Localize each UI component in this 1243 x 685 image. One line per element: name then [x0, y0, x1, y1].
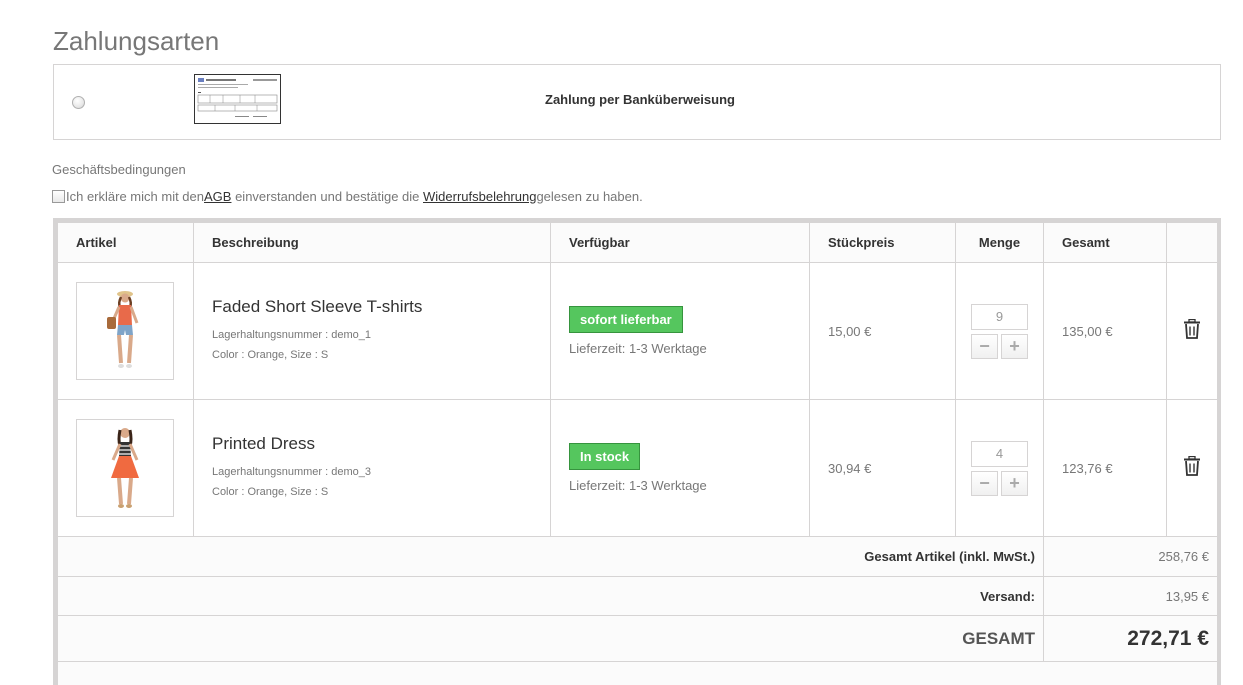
terms-text-after: gelesen zu haben. [536, 189, 643, 204]
minus-icon[interactable]: − [971, 470, 998, 496]
terms-text-before: Ich erkläre mich mit den [66, 189, 204, 204]
delivery-time: Lieferzeit: 1-3 Werktage [569, 341, 707, 356]
terms-agreement: Ich erkläre mich mit den AGB einverstand… [52, 189, 643, 204]
header-availability: Verfügbar [550, 222, 810, 263]
product-attributes: Color : Orange, Size : S [212, 486, 329, 498]
grand-total-label: GESAMT [57, 615, 1044, 662]
widerruf-link[interactable]: Widerrufsbelehrung [423, 189, 536, 204]
table-row: Printed Dress Lagerhaltungsnummer : demo… [57, 399, 1218, 537]
availability-badge: In stock [569, 443, 641, 470]
header-description: Beschreibung [193, 222, 551, 263]
table-footer-spacer [57, 661, 1218, 685]
unit-price: 15,00 € [809, 262, 956, 400]
payment-option-bank-transfer[interactable]: Zahlung per Banküberweisung [53, 64, 1221, 140]
shipping-label: Versand: [57, 576, 1044, 616]
product-name[interactable]: Faded Short Sleeve T-shirts [212, 297, 550, 317]
trash-icon[interactable] [1183, 318, 1201, 339]
product-sku: Lagerhaltungsnummer : demo_1 [212, 329, 371, 341]
header-unit-price: Stückpreis [809, 222, 956, 263]
terms-checkbox[interactable] [52, 190, 65, 203]
products-total-value: 258,76 € [1043, 536, 1218, 577]
unit-price: 30,94 € [809, 399, 956, 537]
product-attributes: Color : Orange, Size : S [212, 349, 329, 361]
product-sku: Lagerhaltungsnummer : demo_3 [212, 466, 371, 478]
minus-icon[interactable]: − [971, 333, 998, 359]
bank-transfer-form-image [194, 74, 281, 124]
summary-row-shipping: Versand: 13,95 € [57, 576, 1218, 616]
product-image-tshirt[interactable] [76, 282, 174, 380]
shipping-value: 13,95 € [1043, 576, 1218, 616]
line-total: 123,76 € [1043, 399, 1167, 537]
header-article: Artikel [57, 222, 194, 263]
header-delete [1166, 222, 1218, 263]
terms-heading: Geschäftsbedingungen [52, 162, 186, 177]
grand-total-value: 272,71 € [1043, 615, 1218, 662]
header-quantity: Menge [955, 222, 1044, 263]
product-image-dress[interactable] [76, 419, 174, 517]
plus-icon[interactable]: + [1001, 470, 1028, 496]
quantity-input[interactable]: 4 [971, 440, 1028, 467]
payment-option-label: Zahlung per Banküberweisung [545, 92, 735, 107]
cart-summary-table: Artikel Beschreibung Verfügbar Stückprei… [53, 218, 1221, 685]
payment-radio[interactable] [72, 96, 85, 109]
product-name[interactable]: Printed Dress [212, 434, 550, 454]
quantity-input[interactable]: 9 [971, 303, 1028, 330]
page-title: Zahlungsarten [53, 26, 220, 56]
products-total-label: Gesamt Artikel (inkl. MwSt.) [57, 536, 1044, 577]
table-row: Faded Short Sleeve T-shirts Lagerhaltung… [57, 262, 1218, 400]
summary-row-products: Gesamt Artikel (inkl. MwSt.) 258,76 € [57, 536, 1218, 577]
agb-link[interactable]: AGB [204, 189, 231, 204]
header-total: Gesamt [1043, 222, 1167, 263]
terms-text-middle: einverstanden und bestätige die [231, 189, 423, 204]
trash-icon[interactable] [1183, 455, 1201, 476]
summary-row-total: GESAMT 272,71 € [57, 615, 1218, 662]
delivery-time: Lieferzeit: 1-3 Werktage [569, 478, 707, 493]
availability-badge: sofort lieferbar [569, 306, 683, 333]
plus-icon[interactable]: + [1001, 333, 1028, 359]
line-total: 135,00 € [1043, 262, 1167, 400]
